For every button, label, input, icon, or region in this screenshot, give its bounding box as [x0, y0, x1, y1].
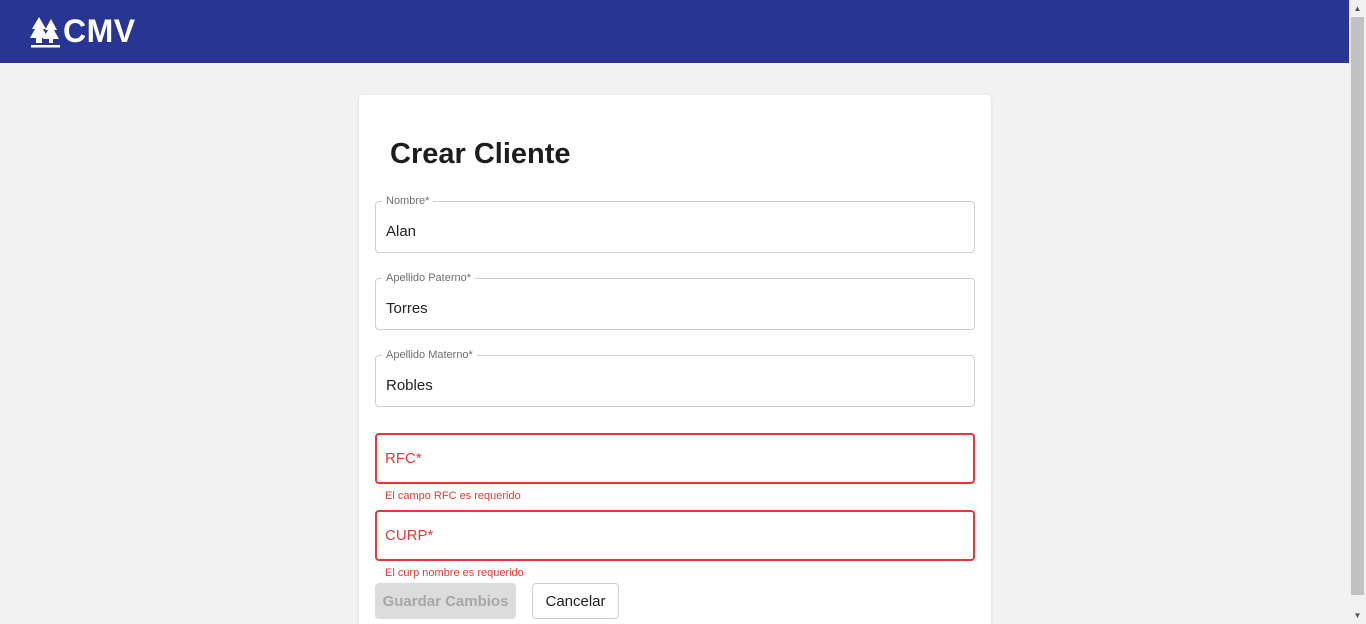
- field-label: Apellido Paterno*: [382, 272, 476, 284]
- rfc-error-message: El campo RFC es requerido: [385, 490, 521, 502]
- cancel-button[interactable]: Cancelar: [532, 583, 619, 619]
- scroll-down-icon[interactable]: ▼: [1349, 607, 1366, 624]
- paternal-surname-field[interactable]: Apellido Paterno*: [375, 272, 975, 330]
- maternal-surname-field[interactable]: Apellido Materno*: [375, 349, 975, 407]
- vertical-scrollbar[interactable]: ▲ ▼: [1349, 0, 1366, 624]
- curp-error-message: El curp nombre es requerido: [385, 567, 524, 579]
- paternal-surname-input[interactable]: [386, 300, 956, 317]
- curp-placeholder: CURP*: [385, 527, 434, 544]
- scroll-thumb[interactable]: [1351, 17, 1364, 595]
- top-app-bar: CMV: [0, 0, 1349, 63]
- create-client-form: Crear Cliente Nombre* Apellido Paterno* …: [359, 95, 991, 624]
- brand-name: CMV: [63, 13, 136, 49]
- field-label: Nombre*: [382, 195, 434, 207]
- brand-logo[interactable]: CMV: [30, 13, 136, 50]
- page-title: Crear Cliente: [390, 138, 571, 170]
- curp-field[interactable]: CURP*: [375, 510, 975, 561]
- first-name-field[interactable]: Nombre*: [375, 195, 975, 253]
- scroll-up-icon[interactable]: ▲: [1349, 0, 1366, 17]
- first-name-input[interactable]: [386, 223, 956, 240]
- rfc-field[interactable]: RFC*: [375, 433, 975, 484]
- pine-trees-icon: [30, 16, 60, 47]
- field-label: Apellido Materno*: [382, 349, 477, 361]
- rfc-placeholder: RFC*: [385, 450, 422, 467]
- save-changes-button[interactable]: Guardar Cambios: [375, 583, 516, 619]
- maternal-surname-input[interactable]: [386, 377, 956, 394]
